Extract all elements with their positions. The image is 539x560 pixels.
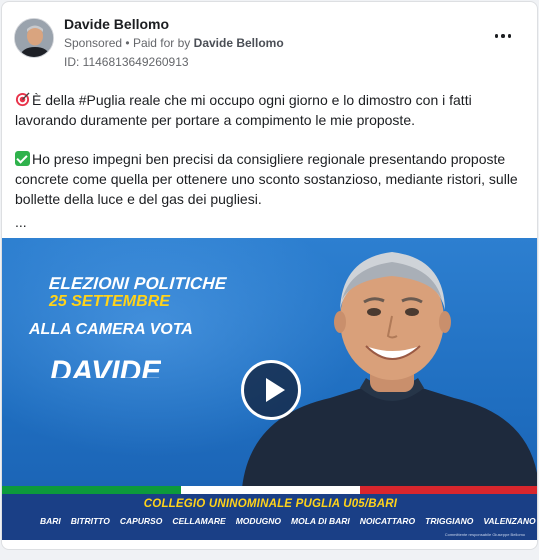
headline-elezioni: ELEZIONI POLITICHE bbox=[48, 274, 228, 293]
collegio-title: COLLEGIO UNINOMINALE PUGLIA U05/BARI bbox=[143, 498, 398, 510]
committente-note: Committente responsabile Giuseppe Bellom… bbox=[444, 532, 525, 537]
town-item: CAPURSO bbox=[119, 516, 163, 526]
paragraph-1: È della #Puglia reale che mi occupo ogni… bbox=[15, 90, 527, 130]
town-item: MOLA DI BARI bbox=[291, 516, 350, 526]
author-name[interactable]: Davide Bellomo bbox=[64, 16, 169, 32]
paragraph-2-text: Ho preso impegni ben precisi da consigli… bbox=[15, 151, 518, 207]
paragraph-2: Ho preso impegni ben precisi da consigli… bbox=[15, 149, 527, 209]
towns-list: BARI BITRITTO CAPURSO CELLAMARE MODUGNO … bbox=[40, 516, 536, 526]
post-header: Davide Bellomo Sponsored • Paid for by D… bbox=[2, 2, 537, 78]
headline-date: 25 SETTEMBRE bbox=[49, 293, 170, 310]
headline-camera: ALLA CAMERA VOTA bbox=[29, 321, 193, 338]
paid-by-name: Davide Bellomo bbox=[193, 36, 284, 50]
video-thumbnail[interactable]: ELEZIONI POLITICHE 25 SETTEMBRE ALLA CAM… bbox=[2, 238, 537, 540]
sponsored-meta: Sponsored • Paid for by Davide Bellomo bbox=[64, 36, 284, 50]
town-item: BITRITTO bbox=[70, 516, 110, 526]
italian-flag-stripe bbox=[2, 486, 537, 494]
play-icon[interactable] bbox=[241, 360, 301, 420]
town-item: TRIGGIANO bbox=[425, 516, 474, 526]
ad-card: Davide Bellomo Sponsored • Paid for by D… bbox=[1, 1, 538, 550]
avatar[interactable] bbox=[14, 18, 54, 58]
post-text: È della #Puglia reale che mi occupo ogni… bbox=[15, 90, 527, 251]
check-mark-icon bbox=[15, 151, 30, 166]
paid-for-prefix: Paid for by bbox=[132, 36, 191, 50]
see-more-ellipsis[interactable]: ... bbox=[15, 212, 527, 232]
town-item: CELLAMARE bbox=[172, 516, 226, 526]
town-item: NOICATTARO bbox=[359, 516, 416, 526]
meta-separator: • bbox=[125, 36, 133, 50]
town-item: VALENZANO bbox=[483, 516, 536, 526]
collegio-band: COLLEGIO UNINOMINALE PUGLIA U05/BARI BAR… bbox=[2, 494, 537, 540]
headline-name: DAVIDE bbox=[50, 355, 162, 378]
paragraph-1-text: È della #Puglia reale che mi occupo ogni… bbox=[15, 92, 472, 128]
candidate-photo bbox=[242, 252, 537, 488]
ad-id: ID: 1146813649260913 bbox=[64, 55, 189, 69]
sponsored-label: Sponsored bbox=[64, 36, 123, 50]
town-item: MODUGNO bbox=[235, 516, 282, 526]
town-item: BARI bbox=[40, 516, 61, 526]
target-icon bbox=[15, 92, 30, 107]
more-horizontal-icon[interactable] bbox=[491, 26, 515, 46]
